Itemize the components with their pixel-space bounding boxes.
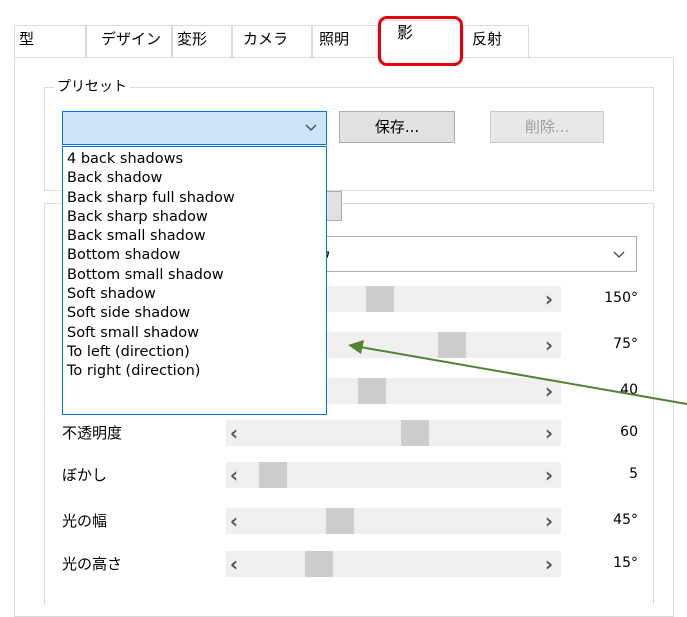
- tab-label: カメラ: [243, 30, 289, 48]
- preset-option[interactable]: Back sharp full shadow: [63, 189, 326, 208]
- tab-label: デザイン: [101, 30, 162, 48]
- slider-thumb[interactable]: [358, 378, 386, 404]
- slider-value: 5: [629, 466, 638, 482]
- preset-option[interactable]: Bottom small shadow: [63, 266, 326, 285]
- tab-reflection[interactable]: 反射: [463, 25, 529, 57]
- preset-combobox[interactable]: [62, 111, 327, 145]
- slider-thumb[interactable]: [366, 286, 394, 312]
- slider-value: 45°: [613, 512, 638, 528]
- slider-label: 光の高さ: [62, 555, 123, 573]
- preset-option[interactable]: Back shadow: [63, 169, 326, 188]
- shadow-type-combobox[interactable]: ウ: [315, 236, 637, 272]
- preset-group-title: プリセット: [54, 79, 130, 95]
- preset-option[interactable]: To left (direction): [63, 343, 326, 362]
- preset-option[interactable]: Back small shadow: [63, 227, 326, 246]
- tab-highlight-box: [378, 16, 463, 66]
- slider-track[interactable]: ‹›: [226, 508, 561, 534]
- slider-increase-arrow-icon[interactable]: ›: [543, 335, 555, 355]
- slider-value: 75°: [613, 336, 638, 352]
- slider-value: 150°: [604, 290, 638, 306]
- slider-decrease-arrow-icon[interactable]: ‹: [228, 554, 240, 574]
- chevron-down-icon: [613, 251, 625, 258]
- slider-increase-arrow-icon[interactable]: ›: [543, 554, 555, 574]
- slider-increase-arrow-icon[interactable]: ›: [543, 423, 555, 443]
- slider-label: ぼかし: [62, 466, 108, 484]
- slider-thumb[interactable]: [326, 508, 354, 534]
- tab-lighting[interactable]: 照明: [312, 25, 378, 57]
- slider-label: 不透明度: [62, 424, 123, 442]
- slider-track[interactable]: ‹›: [226, 420, 561, 446]
- preset-option[interactable]: Bottom shadow: [63, 246, 326, 265]
- preset-option[interactable]: Soft side shadow: [63, 304, 326, 323]
- slider-decrease-arrow-icon[interactable]: ‹: [228, 511, 240, 531]
- slider-label: 光の幅: [62, 512, 108, 530]
- slider-increase-arrow-icon[interactable]: ›: [543, 511, 555, 531]
- slider-thumb[interactable]: [305, 551, 333, 577]
- slider-value: 40: [620, 382, 638, 398]
- preset-option[interactable]: Soft small shadow: [63, 324, 326, 343]
- tab-transform[interactable]: 変形: [172, 25, 232, 57]
- preset-option[interactable]: Back sharp shadow: [63, 208, 326, 227]
- slider-decrease-arrow-icon[interactable]: ‹: [228, 423, 240, 443]
- tab-type[interactable]: 型: [14, 25, 86, 57]
- preset-option[interactable]: 4 back shadows: [63, 150, 326, 169]
- slider-track[interactable]: ‹›: [226, 462, 561, 488]
- slider-thumb[interactable]: [401, 420, 429, 446]
- slider-increase-arrow-icon[interactable]: ›: [543, 381, 555, 401]
- delete-preset-button[interactable]: 削除...: [490, 111, 604, 143]
- save-preset-button[interactable]: 保存...: [339, 111, 455, 143]
- slider-thumb[interactable]: [438, 332, 466, 358]
- slider-increase-arrow-icon[interactable]: ›: [543, 289, 555, 309]
- tab-design[interactable]: デザイン: [86, 25, 172, 57]
- slider-value: 15°: [613, 555, 638, 571]
- tab-label: 型: [19, 30, 35, 48]
- tab-label: 照明: [319, 30, 350, 48]
- preset-dropdown-list[interactable]: 4 back shadows Back shadow Back sharp fu…: [62, 146, 327, 415]
- tab-camera[interactable]: カメラ: [232, 25, 312, 57]
- tab-label: 反射: [472, 30, 503, 48]
- slider-value: 60: [620, 424, 638, 440]
- preset-option[interactable]: Soft shadow: [63, 285, 326, 304]
- slider-decrease-arrow-icon[interactable]: ‹: [228, 465, 240, 485]
- chevron-down-icon: [305, 124, 317, 131]
- preset-option[interactable]: To right (direction): [63, 362, 326, 381]
- slider-track[interactable]: ‹›: [226, 551, 561, 577]
- tab-label: 変形: [177, 30, 208, 48]
- slider-increase-arrow-icon[interactable]: ›: [543, 465, 555, 485]
- slider-thumb[interactable]: [259, 462, 287, 488]
